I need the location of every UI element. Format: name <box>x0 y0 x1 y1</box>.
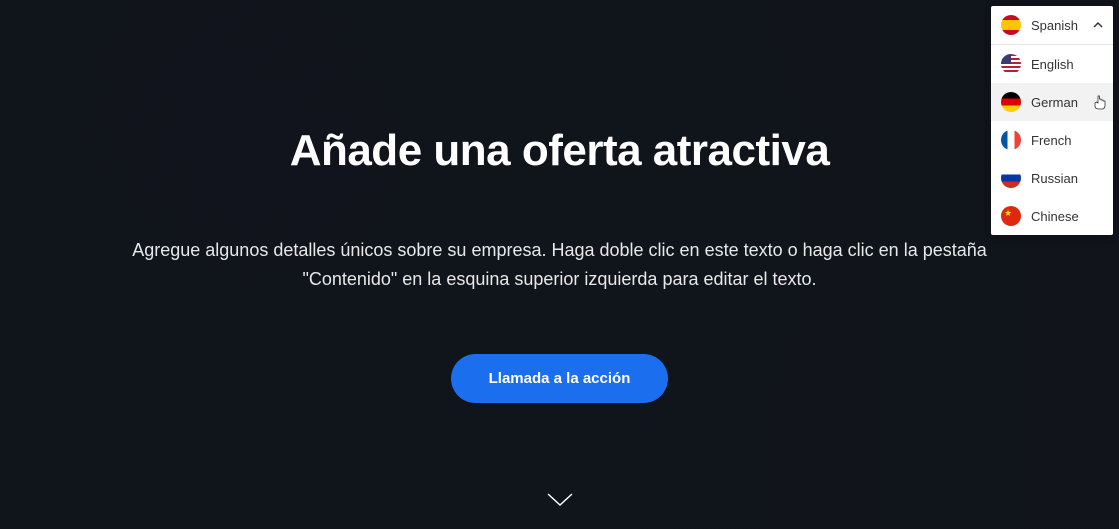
language-label: French <box>1031 133 1103 148</box>
cta-button[interactable]: Llamada a la acción <box>451 354 669 403</box>
language-selected-item[interactable]: Spanish <box>991 6 1113 45</box>
language-label: Russian <box>1031 171 1103 186</box>
flag-china-icon <box>1001 206 1021 226</box>
flag-spain-icon <box>1001 15 1021 35</box>
language-option-german[interactable]: German <box>991 83 1113 121</box>
language-option-english[interactable]: English <box>991 45 1113 83</box>
pointer-cursor-icon <box>1093 94 1107 110</box>
hero-content: Añade una oferta atractiva Agregue algun… <box>110 126 1010 403</box>
scroll-down-chevron-icon[interactable] <box>546 492 574 513</box>
language-option-chinese[interactable]: Chinese <box>991 197 1113 235</box>
hero-description[interactable]: Agregue algunos detalles únicos sobre su… <box>130 236 990 294</box>
flag-usa-icon <box>1001 54 1021 74</box>
language-label: Chinese <box>1031 209 1103 224</box>
flag-germany-icon <box>1001 92 1021 112</box>
hero-title[interactable]: Añade una oferta atractiva <box>130 126 990 176</box>
language-option-french[interactable]: French <box>991 121 1113 159</box>
flag-russia-icon <box>1001 168 1021 188</box>
flag-france-icon <box>1001 130 1021 150</box>
language-label: English <box>1031 57 1103 72</box>
chevron-up-icon <box>1093 20 1103 30</box>
hero-section: Añade una oferta atractiva Agregue algun… <box>0 0 1119 529</box>
language-option-russian[interactable]: Russian <box>991 159 1113 197</box>
language-label: Spanish <box>1031 18 1093 33</box>
language-dropdown[interactable]: Spanish English German French Russian Chinese <box>991 6 1113 235</box>
